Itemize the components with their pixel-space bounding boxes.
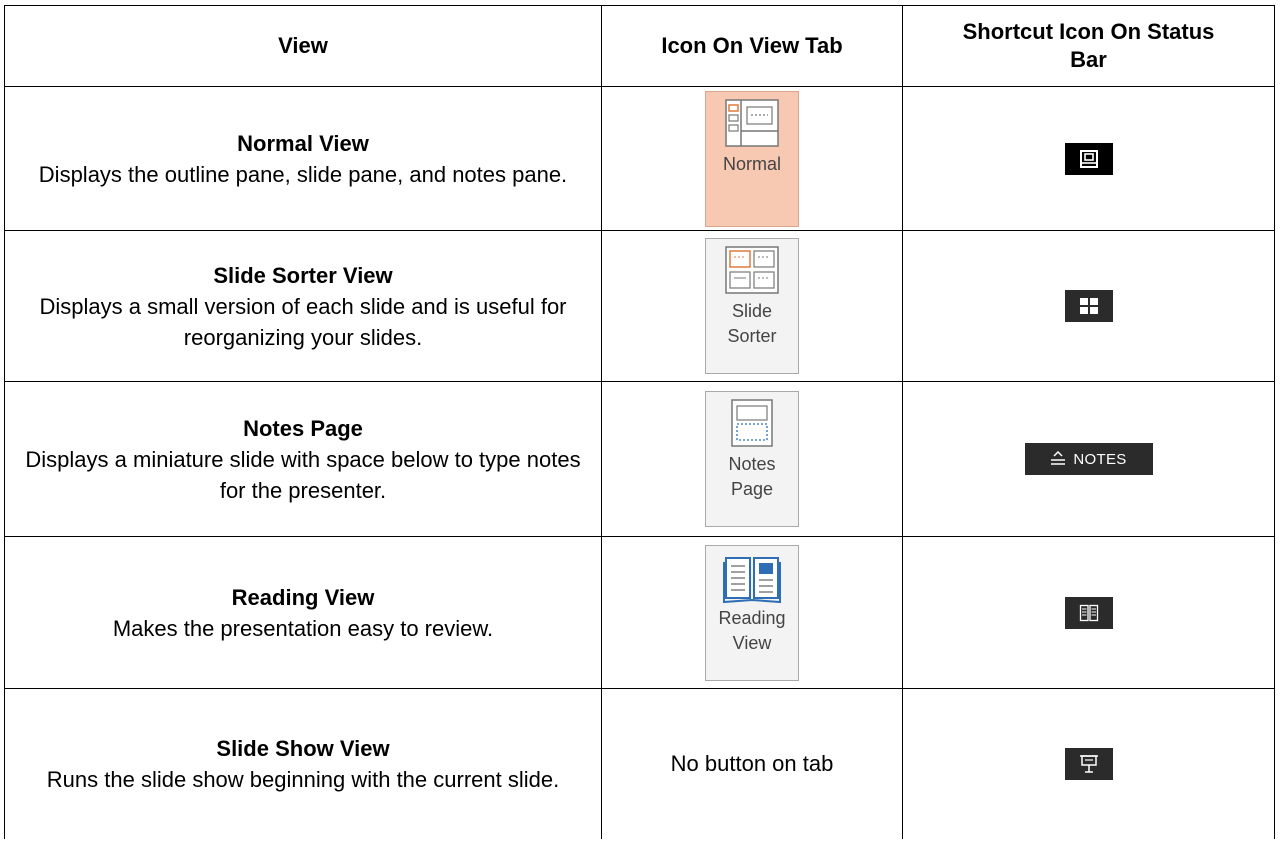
normal-view-icon [725,98,779,147]
view-cell: Reading View Makes the presentation easy… [4,536,602,689]
view-description: Makes the presentation easy to review. [112,615,494,641]
slide-sorter-button[interactable]: Slide Sorter [705,238,799,374]
slide-show-shortcut-button[interactable] [1064,747,1113,780]
tab-icon-cell: Slide Sorter [601,230,903,382]
table-row: Notes Page Displays a miniature slide wi… [4,381,1275,537]
view-description: Displays a miniature slide with space be… [25,446,581,503]
view-cell: Slide Show View Runs the slide show begi… [4,688,602,839]
tab-icon-cell: Notes Page [601,381,903,537]
reading-view-icon [723,556,781,603]
view-name: Slide Show View [216,735,390,761]
view-name: Slide Sorter View [213,262,393,288]
header-view: View [4,5,602,87]
views-table: View Icon On View Tab Shortcut Icon On S… [4,5,1275,839]
view-cell: Slide Sorter View Displays a small versi… [4,230,602,382]
view-name: Notes Page [243,415,363,441]
normal-view-shortcut-icon [1079,149,1098,168]
tab-icon-cell: Reading View [601,536,903,689]
view-description: Runs the slide show beginning with the c… [46,766,560,792]
header-row: View Icon On View Tab Shortcut Icon On S… [4,5,1275,87]
slide-sorter-icon [725,246,779,294]
table-row: Reading View Makes the presentation easy… [4,536,1275,689]
notes-page-icon [731,399,773,447]
reading-view-shortcut-icon [1079,604,1098,621]
table-row: Normal View Displays the outline pane, s… [4,86,1275,231]
tab-icon-cell: Normal [601,86,903,231]
normal-view-button[interactable]: Normal [705,90,799,227]
tab-icon-cell: No button on tab [601,688,903,839]
slide-sorter-shortcut-button[interactable] [1064,290,1113,322]
notes-shortcut-label: NOTES [1073,450,1127,468]
no-button-text: No button on tab [670,750,834,776]
shortcut-cell: NOTES [902,381,1275,537]
table-row: Slide Show View Runs the slide show begi… [4,688,1275,839]
normal-view-shortcut-button[interactable] [1064,142,1113,175]
reading-view-shortcut-button[interactable] [1064,596,1113,629]
view-description: Displays the outline pane, slide pane, a… [38,161,568,187]
view-name: Reading View [231,584,375,610]
view-cell: Normal View Displays the outline pane, s… [4,86,602,231]
shortcut-cell [902,230,1275,382]
header-shortcut: Shortcut Icon On Status Bar [902,5,1275,87]
shortcut-cell [902,688,1275,839]
notes-page-button[interactable]: Notes Page [705,391,799,527]
shortcut-cell [902,536,1275,689]
notes-shortcut-button[interactable]: NOTES [1024,443,1153,475]
view-description: Displays a small version of each slide a… [39,293,567,350]
slide-sorter-shortcut-icon [1079,298,1098,314]
button-label: Slide Sorter [727,301,777,346]
button-label: Normal [722,153,781,174]
table-row: Slide Sorter View Displays a small versi… [4,230,1275,382]
notes-shortcut-icon [1051,451,1066,465]
button-label: Notes Page [728,454,776,499]
view-name: Normal View [237,130,369,156]
header-icon-on-tab: Icon On View Tab [601,5,903,87]
reading-view-button[interactable]: Reading View [705,544,799,681]
view-cell: Notes Page Displays a miniature slide wi… [4,381,602,537]
shortcut-cell [902,86,1275,231]
slide-show-shortcut-icon [1079,754,1098,773]
button-label: Reading View [718,607,786,653]
